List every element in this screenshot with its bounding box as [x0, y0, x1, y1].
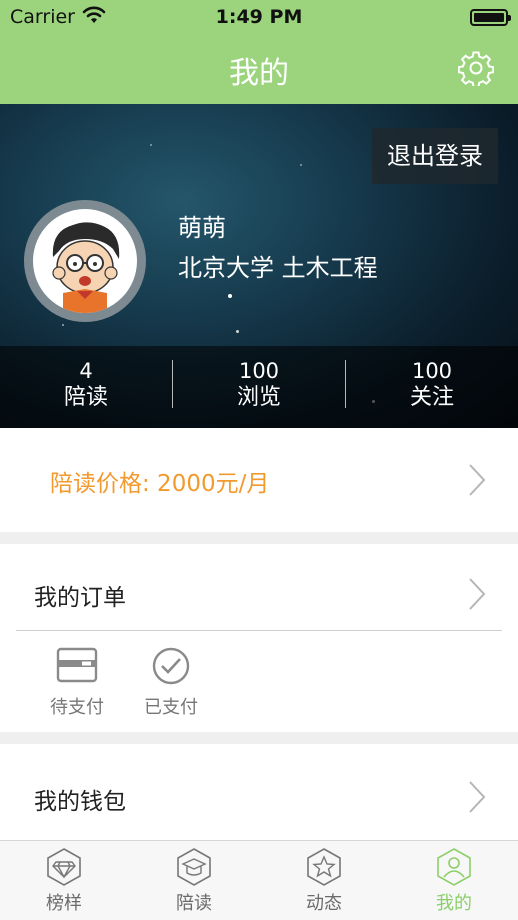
battery-icon	[470, 9, 511, 26]
clock: 1:49 PM	[215, 6, 303, 28]
logout-button[interactable]: 退出登录	[372, 128, 498, 184]
stat-label: 浏览	[236, 385, 281, 410]
user-icon	[437, 848, 471, 886]
tab-companion-study[interactable]: 陪读	[134, 847, 254, 915]
check-circle-icon	[152, 647, 190, 685]
avatar[interactable]	[24, 200, 146, 322]
order-status-label: 已支付	[144, 697, 198, 718]
profile-header: 退出登录 萌萌 北京大学 土木工程 4 陪读 100 浏览 100 关注	[0, 104, 518, 428]
chevron-right-icon	[469, 578, 486, 610]
stat-label: 陪读	[63, 385, 108, 410]
tab-feed[interactable]: 动态	[264, 847, 384, 915]
status-bar: Carrier 1:49 PM	[0, 0, 518, 34]
order-status-label: 待支付	[50, 697, 104, 718]
user-name: 萌萌	[178, 214, 226, 242]
price-label: 陪读价格: 2000元/月	[50, 471, 270, 497]
stat-views[interactable]: 100 浏览	[173, 358, 345, 412]
stats-bar: 4 陪读 100 浏览 100 关注	[0, 346, 518, 428]
tab-mine[interactable]: 我的	[394, 847, 514, 915]
star-decoration	[236, 330, 239, 333]
user-school-major: 北京大学 土木工程	[178, 254, 378, 282]
gear-icon[interactable]	[458, 50, 494, 86]
star-decoration	[300, 164, 302, 166]
tab-label: 榜样	[46, 893, 82, 914]
orders-row[interactable]: 我的订单	[16, 558, 502, 630]
star-icon	[307, 848, 341, 886]
stat-value: 4	[79, 359, 93, 383]
nav-bar: 我的	[0, 34, 518, 104]
tab-role-models[interactable]: 榜样	[4, 847, 124, 915]
pending-payment-button[interactable]: 待支付	[32, 647, 122, 719]
star-decoration	[150, 144, 152, 146]
wallet-title: 我的钱包	[34, 789, 126, 815]
chevron-right-icon	[469, 781, 486, 813]
stat-companions[interactable]: 4 陪读	[0, 358, 172, 412]
wallet-row[interactable]: 我的钱包	[16, 760, 502, 832]
tab-bar: 榜样 陪读 动态 我的	[0, 840, 518, 920]
stat-value: 100	[411, 359, 453, 383]
paid-button[interactable]: 已支付	[126, 647, 216, 719]
page-title: 我的	[229, 56, 289, 91]
graduation-cap-icon	[177, 848, 211, 886]
order-status-bar: 待支付 已支付	[16, 631, 502, 719]
chevron-right-icon	[469, 464, 486, 496]
price-row[interactable]: 陪读价格: 2000元/月	[16, 444, 502, 516]
card-icon	[56, 647, 98, 683]
star-decoration	[228, 294, 232, 298]
diamond-icon	[47, 848, 81, 886]
avatar-image	[52, 222, 120, 313]
stat-follows[interactable]: 100 关注	[346, 358, 518, 412]
stat-label: 关注	[409, 385, 454, 410]
tab-label: 动态	[306, 893, 342, 914]
star-decoration	[62, 324, 64, 326]
tab-label: 陪读	[176, 893, 212, 914]
stat-value: 100	[238, 359, 280, 383]
orders-title: 我的订单	[34, 585, 126, 611]
tab-label: 我的	[436, 893, 472, 914]
